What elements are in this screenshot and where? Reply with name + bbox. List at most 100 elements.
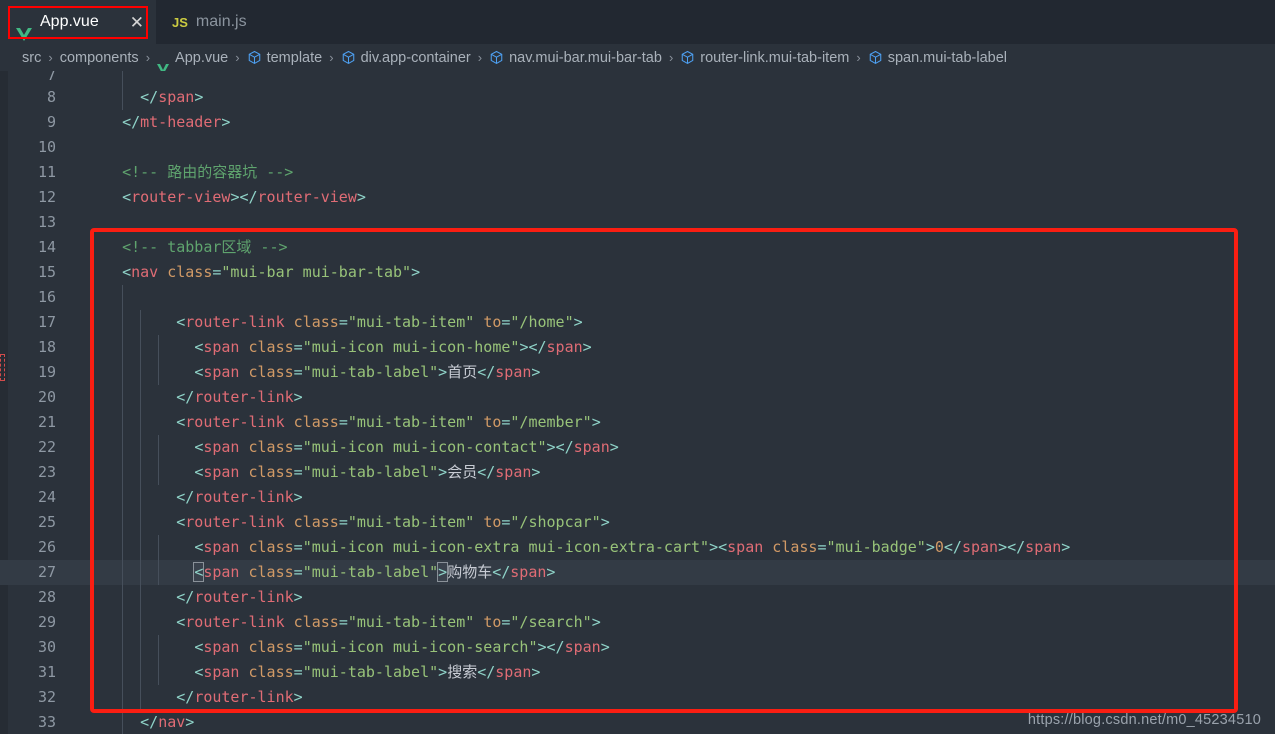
line-number: 21 <box>37 413 56 431</box>
code-token: router-view <box>131 188 231 206</box>
code-token: mt-button <box>414 71 495 73</box>
code-text: <span class="mui-tab-label">搜索</span> <box>104 660 540 685</box>
code-token: = <box>293 438 303 456</box>
code-line[interactable]: 26 <span class="mui-icon mui-icon-extra … <box>0 535 1275 560</box>
code-token: span <box>546 338 583 356</box>
code-token: < <box>176 513 186 531</box>
code-line[interactable]: 31 <span class="mui-tab-label">搜索</span> <box>0 660 1275 685</box>
code-token: < <box>176 613 186 631</box>
code-line[interactable]: 24 </router-link> <box>0 485 1275 510</box>
code-line[interactable]: 32 </router-link> <box>0 685 1275 710</box>
code-line[interactable]: 13 <box>0 210 1275 235</box>
line-number: 10 <box>37 138 56 156</box>
code-line[interactable]: 20 </router-link> <box>0 385 1275 410</box>
code-line[interactable]: 15 <nav class="mui-bar mui-bar-tab"> <box>0 260 1275 285</box>
close-icon[interactable]: ✕ <box>124 14 144 31</box>
code-line[interactable]: 19 <span class="mui-tab-label">首页</span> <box>0 360 1275 385</box>
code-line[interactable]: 16 <box>0 285 1275 310</box>
code-token: "/member" <box>510 413 592 431</box>
code-token: < <box>176 313 186 331</box>
code-token: > <box>573 313 583 331</box>
code-line[interactable]: 18 <span class="mui-icon mui-icon-home">… <box>0 335 1275 360</box>
tab-label: App.vue <box>40 13 99 30</box>
code-text: <!-- 路由的容器坑 --> <box>104 160 293 185</box>
code-token: 返回 <box>366 71 396 73</box>
code-token: > <box>591 413 601 431</box>
code-token: </ <box>239 188 258 206</box>
breadcrumb-item-template[interactable]: template <box>247 50 322 66</box>
code-line[interactable]: 21 <router-link class="mui-tab-item" to=… <box>0 410 1275 435</box>
code-token: </ <box>176 488 195 506</box>
code-token: < <box>122 263 132 281</box>
breadcrumb-item-router-link-mui-tab-item[interactable]: router-link.mui-tab-item <box>680 50 849 66</box>
editor-tab-bar: App.vue ✕ JS main.js <box>0 0 1275 44</box>
code-editor[interactable]: 7 <mt-button icon="back">返回</mt-button>8… <box>0 71 1275 734</box>
line-number: 27 <box>37 563 56 581</box>
code-token: </ <box>546 638 565 656</box>
code-line[interactable]: 12 <router-view></router-view> <box>0 185 1275 210</box>
code-line[interactable]: 10 <box>0 135 1275 160</box>
line-number: 20 <box>37 388 56 406</box>
line-number: 22 <box>37 438 56 456</box>
line-number: 18 <box>37 338 56 356</box>
code-token: class <box>248 338 294 356</box>
code-text: </mt-header> <box>104 110 230 135</box>
code-token: > <box>438 463 448 481</box>
code-token: </ <box>396 71 414 73</box>
code-token: > <box>537 638 547 656</box>
breadcrumb-item-components[interactable]: components <box>60 50 139 66</box>
line-number: 15 <box>37 263 56 281</box>
code-token: class <box>293 613 339 631</box>
code-token: class <box>248 463 294 481</box>
breadcrumb-item-div-app-container[interactable]: div.app-container <box>341 50 471 66</box>
code-token: span <box>727 538 764 556</box>
line-number: 31 <box>37 663 56 681</box>
tab-app-vue[interactable]: App.vue ✕ <box>0 0 156 44</box>
code-line[interactable]: 23 <span class="mui-tab-label">会员</span> <box>0 460 1275 485</box>
code-line[interactable]: 29 <router-link class="mui-tab-item" to=… <box>0 610 1275 635</box>
code-token: "back" <box>303 71 357 73</box>
cube-icon <box>868 50 883 65</box>
breadcrumb-separator: › <box>477 50 483 65</box>
code-line[interactable]: 7 <mt-button icon="back">返回</mt-button> <box>0 71 1275 85</box>
code-token: > <box>591 613 601 631</box>
code-line[interactable]: 9 </mt-header> <box>0 110 1275 135</box>
vue-icon <box>157 52 170 71</box>
code-line[interactable]: 22 <span class="mui-icon mui-icon-contac… <box>0 435 1275 460</box>
code-token: router-link <box>185 613 285 631</box>
tab-main-js[interactable]: JS main.js <box>156 0 301 44</box>
breadcrumb-item-app-vue[interactable]: App.vue <box>157 50 228 71</box>
breadcrumb-item-span-mui-tab-label[interactable]: span.mui-tab-label <box>868 50 1007 66</box>
code-token: 首页 <box>447 363 478 381</box>
line-number: 9 <box>46 113 56 131</box>
code-line[interactable]: 17 <router-link class="mui-tab-item" to=… <box>0 310 1275 335</box>
code-line[interactable]: 25 <router-link class="mui-tab-item" to=… <box>0 510 1275 535</box>
code-token: < <box>194 638 204 656</box>
code-text: <!-- tabbar区域 --> <box>104 235 287 260</box>
code-token: > <box>531 463 541 481</box>
breadcrumb-item-src[interactable]: src <box>22 50 41 66</box>
code-token: class <box>772 538 818 556</box>
vscode-window: App.vue ✕ JS main.js src › components › App.… <box>0 0 1275 734</box>
code-line[interactable]: 14 <!-- tabbar区域 --> <box>0 235 1275 260</box>
code-line[interactable]: 28 </router-link> <box>0 585 1275 610</box>
line-number: 17 <box>37 313 56 331</box>
breadcrumb-item-nav-mui-bar-mui-bar-tab[interactable]: nav.mui-bar.mui-bar-tab <box>489 50 662 66</box>
code-line[interactable]: 8 </span> <box>0 85 1275 110</box>
code-line[interactable]: 11 <!-- 路由的容器坑 --> <box>0 160 1275 185</box>
code-line[interactable]: 27 <span class="mui-tab-label">购物车</span… <box>0 560 1275 585</box>
code-text: </router-link> <box>104 485 302 510</box>
code-token: span <box>495 363 532 381</box>
code-line[interactable]: 30 <span class="mui-icon mui-icon-search… <box>0 635 1275 660</box>
indent-guide <box>122 285 124 310</box>
code-token: > <box>531 663 541 681</box>
